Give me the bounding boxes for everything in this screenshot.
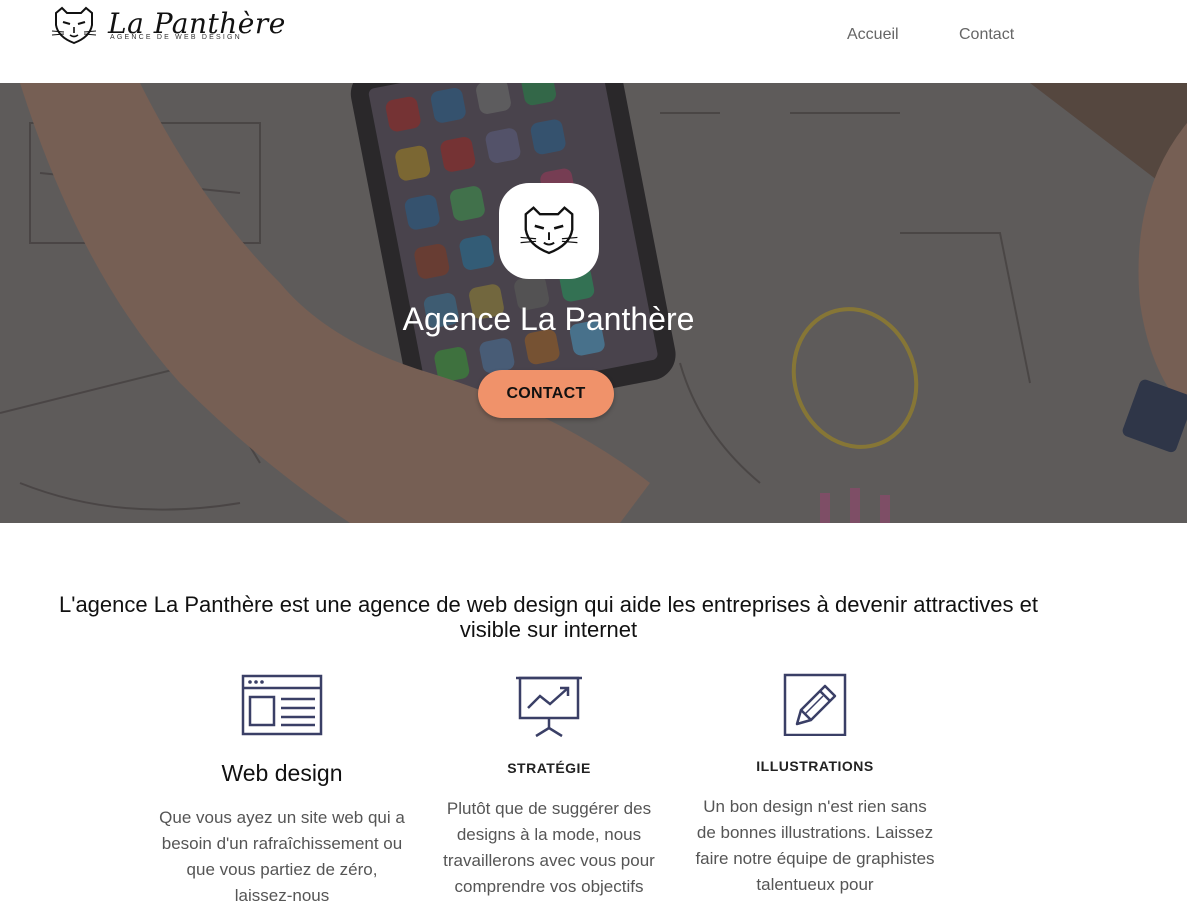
service-title: STRATÉGIE — [507, 760, 591, 776]
service-description: Un bon design n'est rien sans de bonnes … — [695, 797, 935, 894]
site-header: La Panthère AGENCE DE WEB DESIGN Accueil… — [0, 0, 1187, 83]
service-description: Plutôt que de suggérer des designs à la … — [443, 799, 655, 896]
intro-text: L'agence La Panthère est une agence de w… — [59, 592, 1038, 642]
nav-link-accueil[interactable]: Accueil — [847, 26, 899, 44]
hero-title: Agence La Panthère — [402, 301, 695, 337]
hero-logo-badge — [499, 183, 599, 279]
browser-window-icon — [241, 674, 323, 736]
contact-button[interactable]: CONTACT — [478, 370, 614, 418]
pencil-icon — [783, 673, 847, 736]
service-strategie: STRATÉGIE Plutôt que de suggérer des des… — [430, 672, 668, 900]
brand-tagline: AGENCE DE WEB DESIGN — [110, 34, 242, 41]
hero-section: Agence La Panthère CONTACT — [0, 83, 1187, 523]
nav-link-contact[interactable]: Contact — [959, 26, 1014, 44]
presentation-chart-icon — [516, 676, 582, 738]
service-title: ILLUSTRATIONS — [756, 758, 874, 774]
service-web-design: Web design Que vous ayez un site web qui… — [152, 672, 412, 909]
brand-logo[interactable]: La Panthère AGENCE DE WEB DESIGN — [50, 5, 285, 50]
service-description: Que vous ayez un site web qui a besoin d… — [159, 808, 405, 905]
service-title: Web design — [221, 760, 343, 786]
panther-logo-icon — [51, 6, 97, 45]
service-illustrations: ILLUSTRATIONS Un bon design n'est rien s… — [692, 672, 938, 898]
panther-head-icon — [520, 206, 578, 255]
